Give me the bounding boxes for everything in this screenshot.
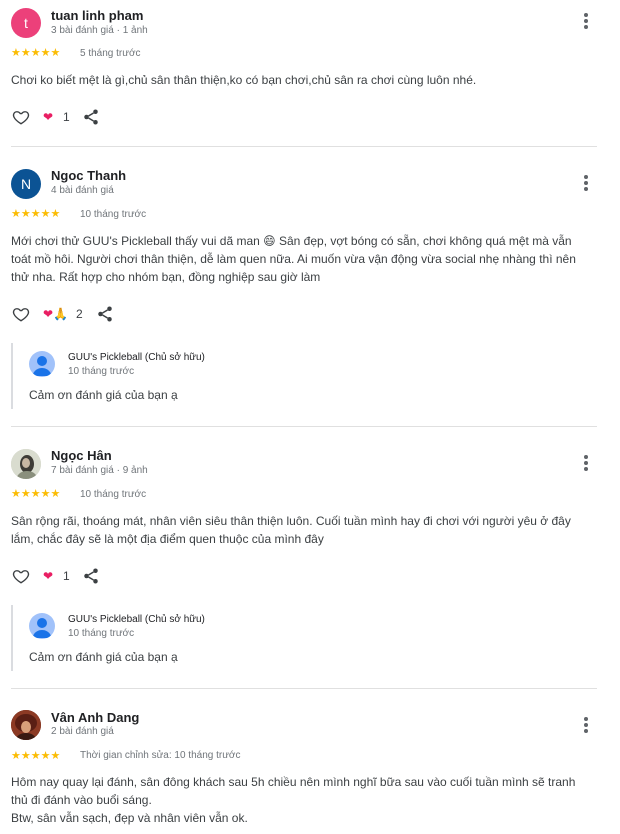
avatar-initial: t xyxy=(24,15,28,31)
review-actions: ❤🙏 2 xyxy=(11,304,211,324)
more-options-icon[interactable] xyxy=(578,12,594,32)
review-date: 10 tháng trước xyxy=(80,209,147,220)
review-actions: ❤ 1 xyxy=(11,107,211,127)
heart-outline-icon[interactable] xyxy=(11,567,31,585)
heart-pray-reaction-icon: ❤🙏 xyxy=(43,307,68,321)
owner-avatar xyxy=(29,351,55,377)
review-text-line: Btw, sân vẫn sạch, đẹp và nhân viên vẫn … xyxy=(11,811,248,825)
review-date: 10 tháng trước xyxy=(80,489,147,500)
reviewer-meta: 7 bài đánh giá · 9 ảnh xyxy=(51,465,148,476)
profile-photo xyxy=(11,710,41,740)
review-text: Mới chơi thử GUU's Pickleball thấy vui d… xyxy=(11,234,576,284)
avatar[interactable] xyxy=(11,449,41,479)
user-icon xyxy=(32,356,52,376)
more-options-icon[interactable] xyxy=(578,174,594,194)
owner-reply-text: Cảm ơn đánh giá của bạn ạ xyxy=(29,388,178,402)
reviewer-meta: 4 bài đánh giá xyxy=(51,185,114,196)
owner-reply-text: Cảm ơn đánh giá của bạn ạ xyxy=(29,650,178,664)
heart-outline-icon[interactable] xyxy=(11,305,31,323)
more-options-icon[interactable] xyxy=(578,716,594,736)
star-rating: ★★★★★ xyxy=(11,488,61,500)
reviewer-name[interactable]: tuan linh pham xyxy=(51,8,143,23)
owner-reply-date: 10 tháng trước xyxy=(68,366,135,377)
avatar[interactable]: t xyxy=(11,8,41,38)
reaction-count: 2 xyxy=(76,307,83,321)
reviewer-name[interactable]: Ngoc Thanh xyxy=(51,168,126,183)
owner-reply-date: 10 tháng trước xyxy=(68,628,135,639)
owner-name: GUU's Pickleball (Chủ sở hữu) xyxy=(68,614,205,625)
reaction-count: 1 xyxy=(63,569,70,583)
divider xyxy=(11,688,597,689)
owner-reply: GUU's Pickleball (Chủ sở hữu) 10 tháng t… xyxy=(11,605,593,671)
heart-reaction-icon: ❤ xyxy=(43,110,54,124)
heart-reaction-icon: ❤ xyxy=(43,569,54,583)
reviewer-meta: 3 bài đánh giá · 1 ảnh xyxy=(51,25,148,36)
owner-name: GUU's Pickleball (Chủ sở hữu) xyxy=(68,352,205,363)
profile-photo xyxy=(11,449,41,479)
star-rating: ★★★★★ xyxy=(11,208,61,220)
review-actions: ❤ 1 xyxy=(11,566,211,586)
owner-reply: GUU's Pickleball (Chủ sở hữu) 10 tháng t… xyxy=(11,343,593,409)
more-options-icon[interactable] xyxy=(578,454,594,474)
owner-avatar xyxy=(29,613,55,639)
avatar-initial: N xyxy=(20,176,32,192)
heart-outline-icon[interactable] xyxy=(11,108,31,126)
review-text: Chơi ko biết mệt là gì,chủ sân thân thiệ… xyxy=(11,73,477,87)
divider xyxy=(11,146,597,147)
avatar[interactable]: N xyxy=(11,169,41,199)
reaction-count: 1 xyxy=(63,110,70,124)
reviewer-meta: 2 bài đánh giá xyxy=(51,726,114,737)
share-icon[interactable] xyxy=(82,567,100,585)
avatar[interactable] xyxy=(11,710,41,740)
share-icon[interactable] xyxy=(96,305,114,323)
user-icon xyxy=(32,618,52,638)
review-date: Thời gian chỉnh sửa: 10 tháng trước xyxy=(80,750,241,761)
review-text: Hôm nay quay lại đánh, sân đông khách sa… xyxy=(11,775,576,807)
divider xyxy=(11,426,597,427)
reviewer-name[interactable]: Ngọc Hân xyxy=(51,448,112,463)
star-rating: ★★★★★ xyxy=(11,47,61,59)
reviewer-name[interactable]: Vân Anh Dang xyxy=(51,710,139,725)
review-text: Sân rộng rãi, thoáng mát, nhân viên siêu… xyxy=(11,514,571,546)
star-rating: ★★★★★ xyxy=(11,750,61,762)
share-icon[interactable] xyxy=(82,108,100,126)
review-date: 5 tháng trước xyxy=(80,48,141,59)
